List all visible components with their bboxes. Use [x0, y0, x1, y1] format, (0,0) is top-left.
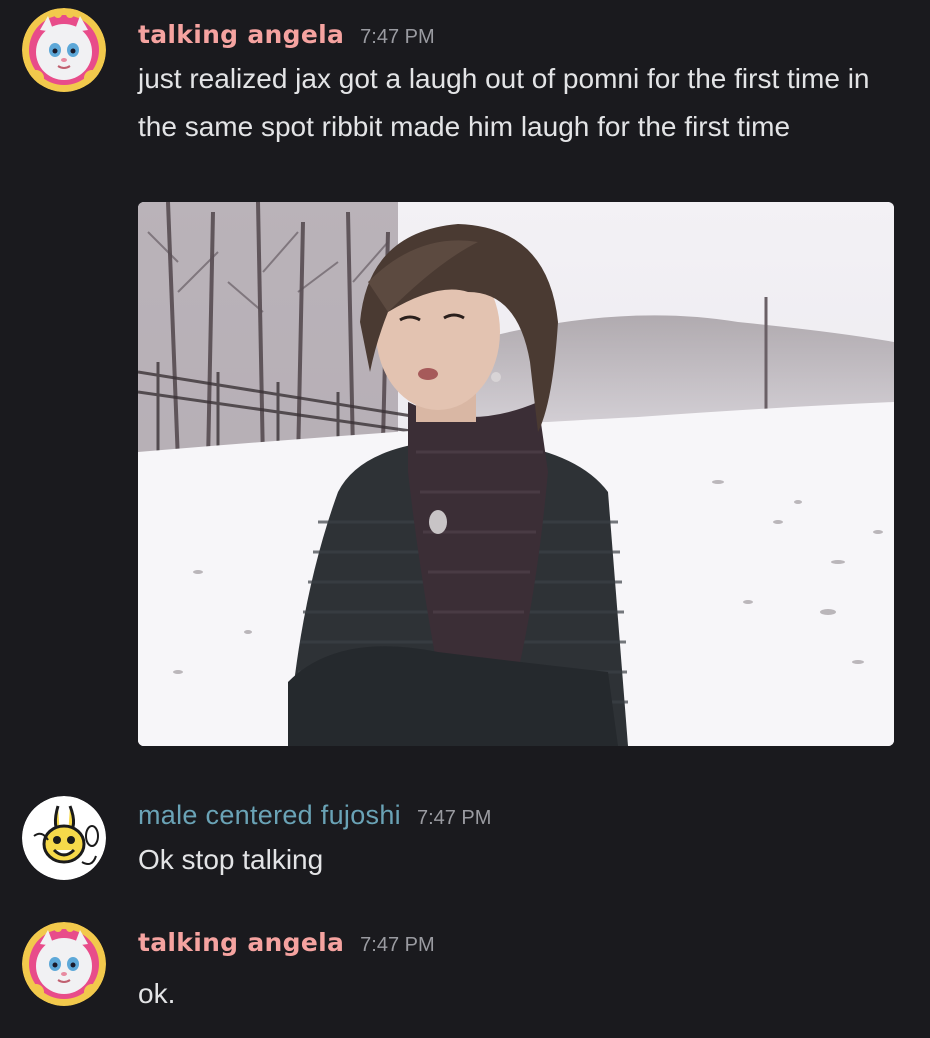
talking-angela-avatar[interactable]: [22, 922, 106, 1006]
message-header: male centered fujoshi 7:47 PM: [138, 800, 491, 831]
message-header: talking angela 7:47 PM: [138, 20, 435, 49]
username[interactable]: talking angela: [138, 20, 344, 49]
username[interactable]: male centered fujoshi: [138, 800, 401, 831]
message-text: Ok stop talking: [138, 844, 324, 875]
username[interactable]: talking angela: [138, 928, 344, 957]
talking-angela-avatar[interactable]: [22, 8, 106, 92]
bee-character-avatar[interactable]: [22, 796, 106, 880]
image-attachment[interactable]: [138, 202, 894, 746]
timestamp: 7:47 PM: [416, 807, 492, 829]
message-header: talking angela 7:47 PM: [138, 928, 435, 957]
timestamp: 7:47 PM: [360, 26, 435, 48]
message-text: ok.: [138, 978, 176, 1009]
woman-in-snow-image: [138, 202, 894, 746]
timestamp: 7:47 PM: [360, 934, 435, 956]
message-text: just realized jax got a laugh out of pom…: [138, 63, 870, 142]
